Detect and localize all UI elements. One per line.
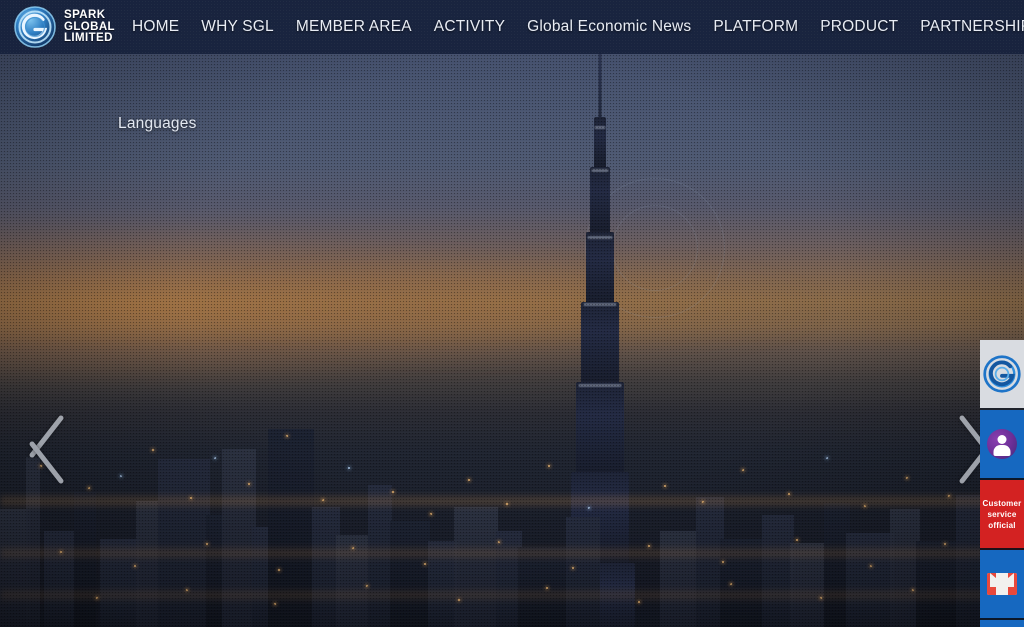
rail-item-official-service[interactable]: Customer service official xyxy=(980,480,1024,550)
languages-selector[interactable]: Languages xyxy=(118,115,197,133)
nav-why-sgl[interactable]: WHY SGL xyxy=(190,12,285,42)
hero-background xyxy=(0,0,1024,627)
nav-home[interactable]: HOME xyxy=(121,12,190,42)
nav-global-economic-news[interactable]: Global Economic News xyxy=(516,12,702,42)
page-root: SPARK GLOBAL LIMITED HOME WHY SGL MEMBER… xyxy=(0,0,1024,627)
envelope-mail-icon xyxy=(987,573,1017,595)
site-header: SPARK GLOBAL LIMITED HOME WHY SGL MEMBER… xyxy=(0,0,1024,54)
nav-product[interactable]: PRODUCT xyxy=(809,12,909,42)
rail-item-email[interactable] xyxy=(980,550,1024,620)
brand-logo[interactable]: SPARK GLOBAL LIMITED xyxy=(0,5,115,49)
rail-item-customer-service[interactable] xyxy=(980,410,1024,480)
spark-global-logo-icon xyxy=(982,354,1022,394)
brand-wordmark: SPARK GLOBAL LIMITED xyxy=(64,9,115,45)
spark-global-circular-g-logo-icon xyxy=(13,5,57,49)
nav-member-area[interactable]: MEMBER AREA xyxy=(285,12,423,42)
city-skyline xyxy=(0,327,1024,627)
nav-partnership[interactable]: PARTNERSHIP xyxy=(909,12,1024,42)
rail-item-logo[interactable] xyxy=(980,340,1024,410)
person-avatar-icon xyxy=(987,429,1017,459)
rail-item-official-service-label: Customer service official xyxy=(982,498,1022,530)
rail-notch xyxy=(1004,340,1022,341)
nav-platform[interactable]: PLATFORM xyxy=(702,12,809,42)
main-navigation: HOME WHY SGL MEMBER AREA ACTIVITY Global… xyxy=(121,12,1024,42)
nav-activity[interactable]: ACTIVITY xyxy=(423,12,516,42)
carousel-prev-button[interactable] xyxy=(8,402,65,488)
rail-item-more[interactable] xyxy=(980,620,1024,627)
brand-line-3: LIMITED xyxy=(64,32,113,45)
floating-widget-rail: Customer service official xyxy=(980,340,1024,627)
